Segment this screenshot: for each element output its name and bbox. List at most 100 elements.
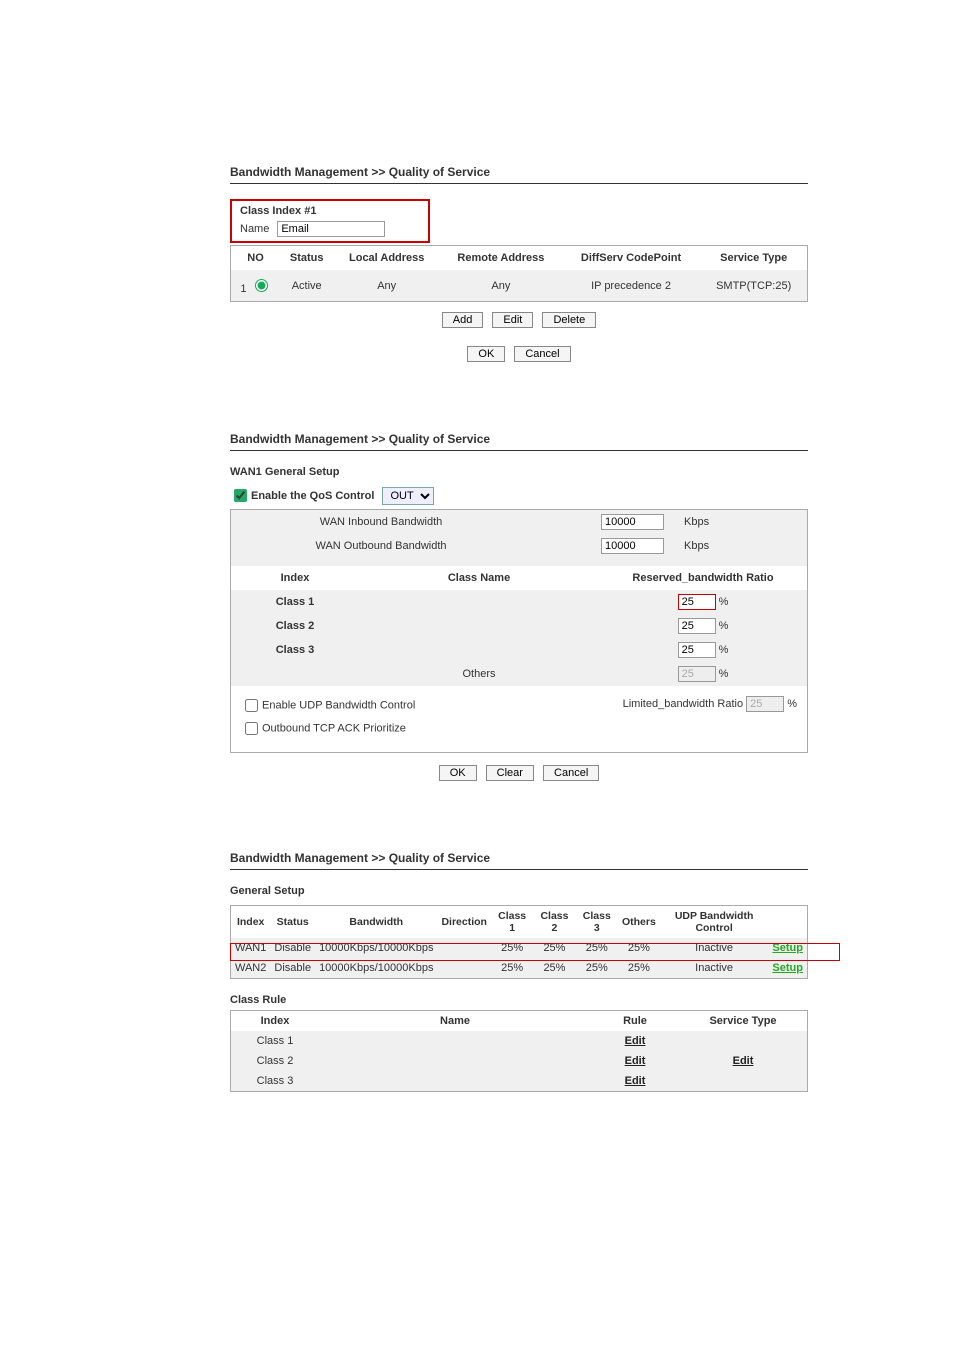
delete-button[interactable]: Delete [542,312,596,328]
tcp-ack-checkbox[interactable] [245,722,258,735]
col-c2: Class 2 [533,906,575,939]
tcp-ack-label: Outbound TCP ACK Prioritize [262,722,406,734]
col-remote: Remote Address [440,246,562,271]
wan-title: WAN1 General Setup [230,466,954,478]
row-radio[interactable] [255,279,268,292]
general-setup-title: General Setup [230,885,954,897]
row-status: Disable [270,958,315,979]
row-diffserv: IP precedence 2 [562,270,701,302]
row-name [319,1031,591,1051]
clear-button[interactable]: Clear [486,765,534,781]
table-row: Class 2 % [231,614,807,638]
col-others: Others [618,906,660,939]
table-row: Others % [231,662,807,686]
col-rule: Rule [591,1011,679,1032]
row-index: Class 1 [231,590,359,614]
row-name [359,638,599,662]
ok-button[interactable]: OK [467,346,505,362]
class-ratio-table: Index Class Name Reserved_bandwidth Rati… [231,566,807,686]
edit-link-class1[interactable]: Edit [625,1035,646,1047]
direction-select[interactable]: OUT [382,487,434,505]
kbps-label: Kbps [684,540,709,552]
row-status: Active [280,270,333,302]
row-udp: Inactive [660,958,769,979]
name-input[interactable] [277,221,385,237]
ratio-input-1[interactable] [678,594,716,610]
row-direction [437,958,491,979]
table-row: 1 Active Any Any IP precedence 2 SMTP(TC… [231,270,808,302]
setup-link-wan2[interactable]: Setup [772,962,803,974]
edit-link-class2[interactable]: Edit [625,1055,646,1067]
edit-link-class3[interactable]: Edit [625,1075,646,1087]
percent-label: % [719,620,729,632]
ratio-input-3[interactable] [678,642,716,658]
row-index: Class 3 [231,1071,320,1092]
row-name [359,614,599,638]
general-setup-table: Index Status Bandwidth Direction Class 1… [230,905,808,979]
row-index: Class 2 [231,1051,320,1071]
col-setup [768,906,807,939]
col-status: Status [270,906,315,939]
percent-label: % [719,596,729,608]
row-no: 1 [240,283,246,295]
edit-button[interactable]: Edit [492,312,533,328]
col-classname: Class Name [359,566,599,590]
limited-label: Limited_bandwidth Ratio [623,698,743,710]
col-ratio: Reserved_bandwidth Ratio [599,566,807,590]
row-name [319,1071,591,1092]
row-service: SMTP(TCP:25) [700,270,807,302]
row-c2: 25% [533,958,575,979]
inbound-label: WAN Inbound Bandwidth [241,516,521,528]
row-bandwidth: 10000Kbps/10000Kbps [315,958,437,979]
cancel-button[interactable]: Cancel [514,346,570,362]
outbound-input[interactable] [601,538,664,554]
table-row: WAN2 Disable 10000Kbps/10000Kbps 25% 25%… [231,958,808,979]
ok-button[interactable]: OK [439,765,477,781]
row-index: WAN1 [231,938,271,958]
inbound-input[interactable] [601,514,664,530]
class-rule-title: Class Rule [230,994,954,1006]
row-others: 25% [618,958,660,979]
col-udp: UDP Bandwidth Control [660,906,769,939]
row-c2: 25% [533,938,575,958]
percent-label: % [719,668,729,680]
col-no: NO [231,246,281,271]
breadcrumb: Bandwidth Management >> Quality of Servi… [230,851,808,870]
col-diffserv: DiffServ CodePoint [562,246,701,271]
row-remote: Any [440,270,562,302]
service-edit-link[interactable]: Edit [733,1055,754,1067]
row-index [231,662,359,686]
col-c3: Class 3 [576,906,618,939]
add-button[interactable]: Add [442,312,484,328]
breadcrumb: Bandwidth Management >> Quality of Servi… [230,165,808,184]
row-udp: Inactive [660,938,769,958]
udp-label: Enable UDP Bandwidth Control [262,699,415,711]
kbps-label: Kbps [684,516,709,528]
table-row: Class 1 % [231,590,807,614]
class-rule-table: Index Name Rule Service Type Class 1 Edi… [230,1010,808,1092]
cancel-button[interactable]: Cancel [543,765,599,781]
setup-link-wan1[interactable]: Setup [772,942,803,954]
col-direction: Direction [437,906,491,939]
enable-qos-checkbox[interactable] [234,489,247,502]
table-row: Class 1 Edit Edit [231,1031,808,1051]
table-row: WAN1 Disable 10000Kbps/10000Kbps 25% 25%… [231,938,808,958]
col-index: Index [231,566,359,590]
row-status: Disable [270,938,315,958]
row-local: Any [333,270,440,302]
ratio-input-2[interactable] [678,618,716,634]
enable-qos-label: Enable the QoS Control [251,490,374,502]
row-c3: 25% [576,938,618,958]
row-c3: 25% [576,958,618,979]
outbound-label: WAN Outbound Bandwidth [241,540,521,552]
class-index-table: NO Status Local Address Remote Address D… [230,245,808,302]
col-local: Local Address [333,246,440,271]
table-row: Class 3 % [231,638,807,662]
breadcrumb: Bandwidth Management >> Quality of Servi… [230,432,808,451]
col-service: Service Type [700,246,807,271]
col-bandwidth: Bandwidth [315,906,437,939]
row-index: WAN2 [231,958,271,979]
udp-checkbox[interactable] [245,699,258,712]
col-index: Index [231,1011,320,1032]
col-status: Status [280,246,333,271]
